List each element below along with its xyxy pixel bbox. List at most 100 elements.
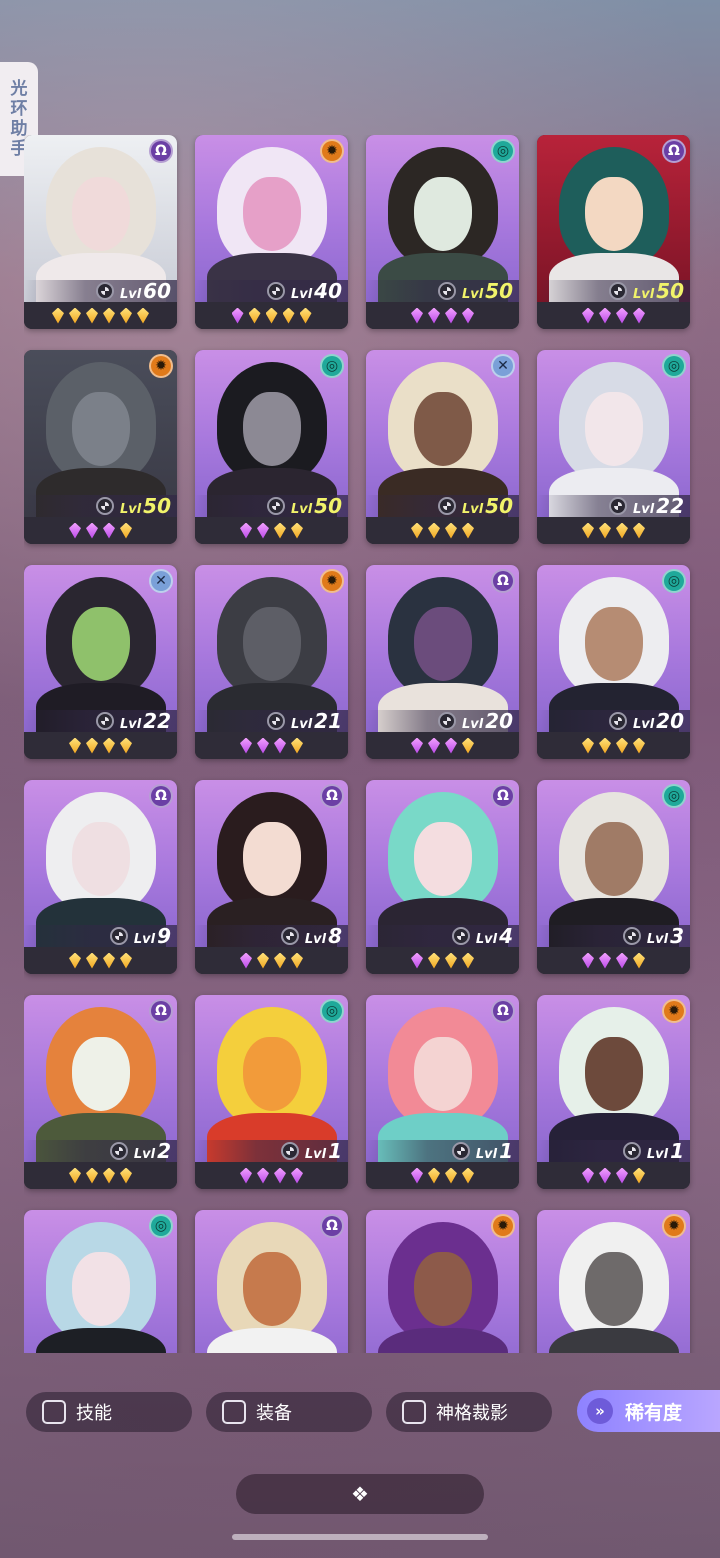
level-prefix: Lvl (475, 1147, 498, 1162)
hero-face (585, 822, 643, 896)
level-bar: Lvl 22 (537, 494, 690, 518)
hero-card[interactable]: ◎ Lvl 50 (366, 135, 519, 329)
hero-face (585, 392, 643, 466)
purple-gem-icon (599, 1167, 611, 1184)
gold-gem-icon (462, 522, 474, 539)
ascension-icon (437, 497, 456, 515)
hero-face (243, 1037, 301, 1111)
rank-gems (537, 947, 690, 974)
gold-gem-icon (616, 737, 628, 754)
cross-class-icon: ✕ (491, 354, 515, 378)
gold-gem-icon (103, 1167, 115, 1184)
level-bar: Lvl 8 (195, 924, 348, 948)
hero-level: Lvl 9 (134, 924, 171, 948)
purple-gem-icon (616, 307, 628, 324)
purple-gem-icon (69, 522, 81, 539)
hero-card[interactable]: Ω Lvl 1 (366, 995, 519, 1189)
hero-level: Lvl 50 (120, 494, 171, 518)
rank-gems (537, 302, 690, 329)
hero-card[interactable]: ◎ Lvl 20 (537, 565, 690, 759)
ascension-icon (608, 712, 627, 730)
level-bar: Lvl 20 (537, 709, 690, 733)
hero-card[interactable]: ◎ (24, 1210, 177, 1353)
hero-body (207, 1328, 337, 1353)
swirl-class-icon: ◎ (662, 354, 686, 378)
gold-gem-icon (445, 522, 457, 539)
rarity-sort-button[interactable]: » 稀有度 (577, 1390, 720, 1432)
hero-card[interactable]: ✹ Lvl 21 (195, 565, 348, 759)
gold-gem-icon (103, 307, 115, 324)
hero-face (243, 392, 301, 466)
hero-body (549, 1328, 679, 1353)
purple-gem-icon (599, 952, 611, 969)
hero-face (243, 822, 301, 896)
skill-filter[interactable]: 技能 (26, 1392, 192, 1432)
hero-card[interactable]: ✹ (537, 1210, 690, 1353)
hero-card[interactable]: ✹ Lvl 40 (195, 135, 348, 329)
hero-level: Lvl 50 (291, 494, 342, 518)
skill-checkbox[interactable] (42, 1400, 66, 1424)
hero-card[interactable]: Ω Lvl 9 (24, 780, 177, 974)
hero-card[interactable]: ◎ Lvl 3 (537, 780, 690, 974)
rank-gems (195, 517, 348, 544)
level-bar: Lvl 4 (366, 924, 519, 948)
hero-grid: Ω Lvl 60 ✹ Lvl 40 ◎ Lvl 50 Ω Lvl 50 ✹ Lvl 50 ◎ Lvl 50 ✕ Lvl… (24, 135, 696, 1353)
hero-card[interactable]: Ω (195, 1210, 348, 1353)
level-bar: Lvl 50 (537, 279, 690, 303)
hero-card[interactable]: Ω Lvl 50 (537, 135, 690, 329)
divine-filter[interactable]: 神格裁影 (386, 1392, 552, 1432)
gold-gem-icon (599, 522, 611, 539)
level-number: 9 (157, 924, 171, 948)
purple-gem-icon (428, 737, 440, 754)
hero-card[interactable]: ✕ Lvl 22 (24, 565, 177, 759)
rank-gems (366, 947, 519, 974)
divine-checkbox[interactable] (402, 1400, 426, 1424)
omega-class-icon: Ω (662, 139, 686, 163)
purple-gem-icon (274, 737, 286, 754)
level-prefix: Lvl (133, 1147, 156, 1162)
gold-gem-icon (120, 952, 132, 969)
level-number: 8 (328, 924, 342, 948)
purple-gem-icon (240, 952, 252, 969)
ascension-icon (280, 927, 299, 945)
rank-gems (24, 517, 177, 544)
hero-card[interactable]: ◎ Lvl 22 (537, 350, 690, 544)
hero-card[interactable]: Ω Lvl 4 (366, 780, 519, 974)
hero-card[interactable]: ✹ Lvl 50 (24, 350, 177, 544)
hero-level: Lvl 40 (291, 279, 342, 303)
hero-card[interactable]: Ω Lvl 20 (366, 565, 519, 759)
gold-gem-icon (599, 737, 611, 754)
equipment-checkbox[interactable] (222, 1400, 246, 1424)
swirl-class-icon: ◎ (320, 999, 344, 1023)
equipment-filter[interactable]: 装备 (206, 1392, 372, 1432)
hero-card[interactable]: ✹ Lvl 1 (537, 995, 690, 1189)
rank-gems (24, 1162, 177, 1189)
ascension-icon (622, 1142, 641, 1160)
purple-gem-icon (582, 952, 594, 969)
equipment-label: 装备 (256, 1403, 292, 1424)
swirl-class-icon: ◎ (491, 139, 515, 163)
hero-face (72, 1037, 130, 1111)
ascension-icon (109, 927, 128, 945)
gold-gem-icon (462, 737, 474, 754)
purple-gem-icon (257, 522, 269, 539)
level-bar: Lvl 22 (24, 709, 177, 733)
collapse-button[interactable]: ❖ (236, 1474, 484, 1514)
hero-face (414, 1252, 472, 1326)
hero-face (414, 177, 472, 251)
hero-card[interactable]: ◎ Lvl 1 (195, 995, 348, 1189)
hero-level: Lvl 1 (305, 1139, 342, 1163)
level-prefix: Lvl (304, 932, 327, 947)
hero-level: Lvl 20 (462, 709, 513, 733)
hero-card[interactable]: Ω Lvl 8 (195, 780, 348, 974)
hero-card[interactable]: Ω Lvl 2 (24, 995, 177, 1189)
hero-card[interactable]: ✕ Lvl 50 (366, 350, 519, 544)
purple-gem-icon (257, 1167, 269, 1184)
level-number: 50 (656, 279, 684, 303)
hero-card[interactable]: Ω Lvl 60 (24, 135, 177, 329)
omega-class-icon: Ω (149, 139, 173, 163)
level-bar: Lvl 21 (195, 709, 348, 733)
hero-card[interactable]: ◎ Lvl 50 (195, 350, 348, 544)
level-prefix: Lvl (290, 287, 313, 302)
hero-card[interactable]: ✹ (366, 1210, 519, 1353)
